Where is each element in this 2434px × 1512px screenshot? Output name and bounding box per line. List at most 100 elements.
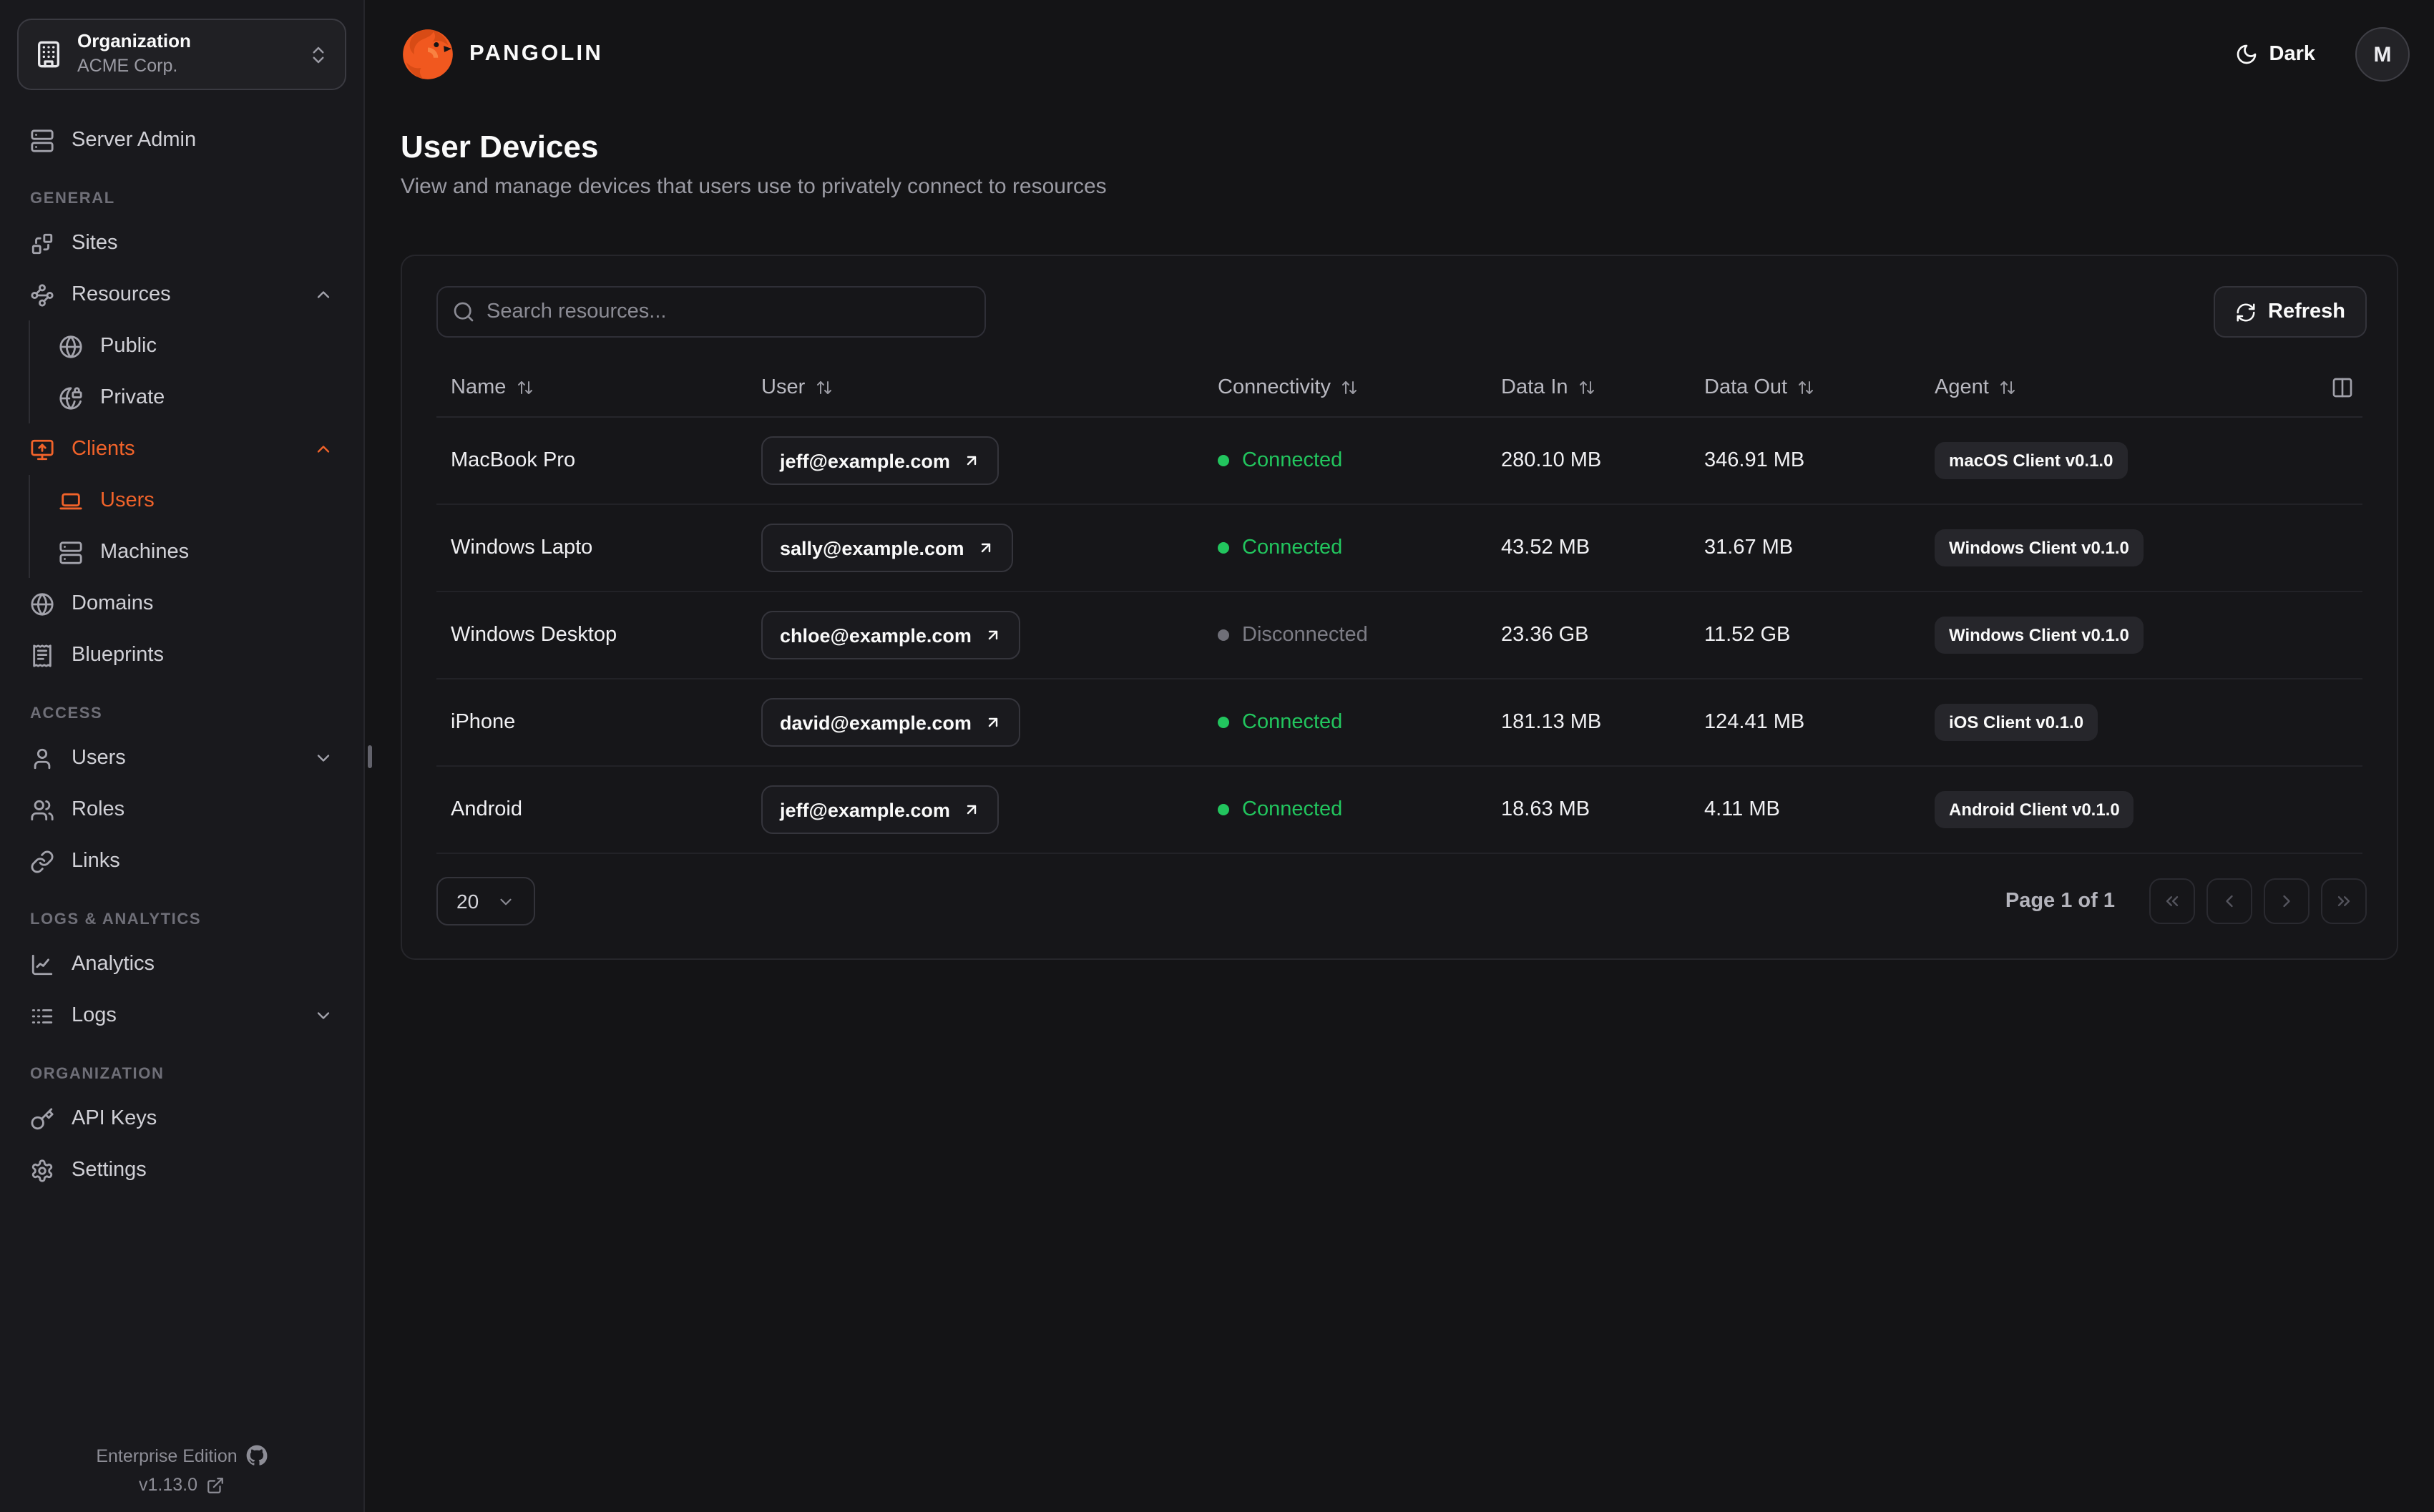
sidebar-item-clients[interactable]: Clients (17, 423, 346, 475)
table-header: Name User Connectivity Data In Data Out … (436, 358, 2362, 418)
org-selector[interactable]: Organization ACME Corp. (17, 19, 346, 90)
table-row: iPhone david@example.com Connected 181.1… (436, 679, 2362, 767)
app-root: Organization ACME Corp. Server Admin GEN… (0, 0, 2434, 1512)
user-link-button[interactable]: chloe@example.com (761, 611, 1020, 659)
first-page-button[interactable] (2149, 878, 2195, 924)
sidebar-item-resources[interactable]: Resources (17, 269, 346, 320)
sidebar-item-blueprints[interactable]: Blueprints (17, 629, 346, 681)
globe-icon (31, 592, 54, 615)
arrow-up-right-icon (988, 717, 998, 727)
sidebar-item-label: Analytics (72, 953, 155, 976)
org-selector-label: Organization (77, 30, 191, 52)
sidebar-item-server-admin[interactable]: Server Admin (17, 114, 346, 166)
devices-table: Name User Connectivity Data In Data Out … (436, 358, 2362, 854)
sidebar-item-sites[interactable]: Sites (17, 217, 346, 269)
last-page-button[interactable] (2321, 878, 2367, 924)
status-dot (1218, 542, 1229, 554)
user-link-button[interactable]: david@example.com (761, 698, 1020, 747)
agent-cell: Android Client v0.1.0 (1920, 791, 2362, 828)
agent-cell: Windows Client v0.1.0 (1920, 529, 2362, 566)
connectivity-status: Disconnected (1242, 624, 1368, 647)
chevrons-left-icon (2166, 896, 2179, 906)
chevron-up-icon (317, 291, 330, 298)
column-header-user[interactable]: User (747, 375, 1203, 398)
devices-card: Refresh Name User Con (401, 255, 2398, 960)
column-visibility-button[interactable] (2325, 370, 2360, 404)
connectivity-cell: Connected (1203, 798, 1487, 821)
app-window: Organization ACME Corp. Server Admin GEN… (0, 0, 2434, 1512)
sidebar-item-roles[interactable]: Roles (17, 784, 346, 835)
user-link-button[interactable]: sally@example.com (761, 524, 1013, 572)
chevrons-up-down-icon (313, 46, 324, 63)
sidebar-item-label: Clients (72, 438, 135, 461)
server-icon (59, 541, 82, 564)
sidebar-item-domains[interactable]: Domains (17, 578, 346, 629)
connectivity-cell: Connected (1203, 711, 1487, 734)
sidebar-item-label: Blueprints (72, 644, 164, 667)
sidebar-resize-handle[interactable] (368, 745, 372, 768)
next-page-button[interactable] (2264, 878, 2310, 924)
column-header-data-out[interactable]: Data Out (1690, 375, 1920, 398)
sidebar-item-settings[interactable]: Settings (17, 1144, 346, 1196)
globe-lock-icon (59, 386, 82, 409)
theme-toggle-label: Dark (2269, 43, 2316, 66)
column-header-name[interactable]: Name (436, 375, 747, 398)
page-status: Page 1 of 1 (2005, 890, 2115, 913)
sidebar-item-machines[interactable]: Machines (30, 526, 346, 578)
column-header-data-in[interactable]: Data In (1487, 375, 1690, 398)
version-link[interactable]: v1.13.0 (139, 1475, 225, 1495)
page-size-value: 20 (456, 890, 479, 913)
refresh-button[interactable]: Refresh (2214, 286, 2367, 338)
sidebar-item-users-devices[interactable]: Users (30, 475, 346, 526)
topbar-right: Dark M (2227, 27, 2410, 82)
data-in-value: 181.13 MB (1501, 711, 1602, 734)
theme-toggle-button[interactable]: Dark (2227, 41, 2325, 67)
table-row: MacBook Pro jeff@example.com Connected 2… (436, 418, 2362, 505)
column-label: Name (451, 375, 507, 398)
sidebar-item-users-access[interactable]: Users (17, 732, 346, 784)
sort-icon (2000, 381, 2015, 393)
sidebar-item-label: Resources (72, 283, 171, 306)
sidebar-section-heading-organization: ORGANIZATION (30, 1066, 165, 1083)
connectivity-cell: Connected (1203, 536, 1487, 559)
avatar[interactable]: M (2355, 27, 2410, 82)
previous-page-button[interactable] (2206, 878, 2252, 924)
user-link-button[interactable]: jeff@example.com (761, 785, 999, 834)
search-input[interactable] (436, 286, 986, 338)
column-header-connectivity[interactable]: Connectivity (1203, 375, 1487, 398)
monitor-up-icon (31, 438, 54, 460)
sidebar-item-public[interactable]: Public (30, 320, 346, 372)
data-out-value: 31.67 MB (1704, 536, 1794, 559)
sort-icon (1799, 381, 1814, 393)
version-label: v1.13.0 (138, 1475, 197, 1495)
sidebar-item-links[interactable]: Links (17, 835, 346, 887)
topbar: PANGOLIN Dark M (365, 0, 2434, 109)
sidebar-item-label: Machines (100, 541, 190, 564)
globe-icon (59, 335, 82, 358)
agent-cell: iOS Client v0.1.0 (1920, 704, 2362, 741)
agent-badge: Windows Client v0.1.0 (1935, 617, 2144, 654)
sidebar-item-private[interactable]: Private (30, 372, 346, 423)
page-size-select[interactable]: 20 (436, 877, 535, 926)
sort-icon (816, 381, 831, 393)
columns-icon (2332, 377, 2352, 397)
sidebar-item-analytics[interactable]: Analytics (17, 938, 346, 990)
edition-link[interactable]: Enterprise Edition (96, 1445, 268, 1466)
user-cell: jeff@example.com (747, 436, 1203, 485)
users-icon (31, 799, 54, 820)
sidebar-item-label: Domains (72, 592, 154, 615)
brand: PANGOLIN (401, 27, 603, 82)
user-link-button[interactable]: jeff@example.com (761, 436, 999, 485)
key-icon (31, 1107, 54, 1129)
data-out-value: 11.52 GB (1704, 624, 1791, 647)
sidebar-item-label: Roles (72, 798, 125, 821)
user-icon (34, 747, 51, 769)
sidebar-item-api-keys[interactable]: API Keys (17, 1093, 346, 1144)
column-header-agent[interactable]: Agent (1920, 375, 2362, 398)
chevron-down-icon (317, 1012, 330, 1019)
pagination-nav (2149, 878, 2367, 924)
chevron-right-icon (2283, 895, 2290, 908)
sidebar-item-logs[interactable]: Logs (17, 990, 346, 1041)
user-cell: sally@example.com (747, 524, 1203, 572)
connectivity-status: Connected (1242, 536, 1343, 559)
